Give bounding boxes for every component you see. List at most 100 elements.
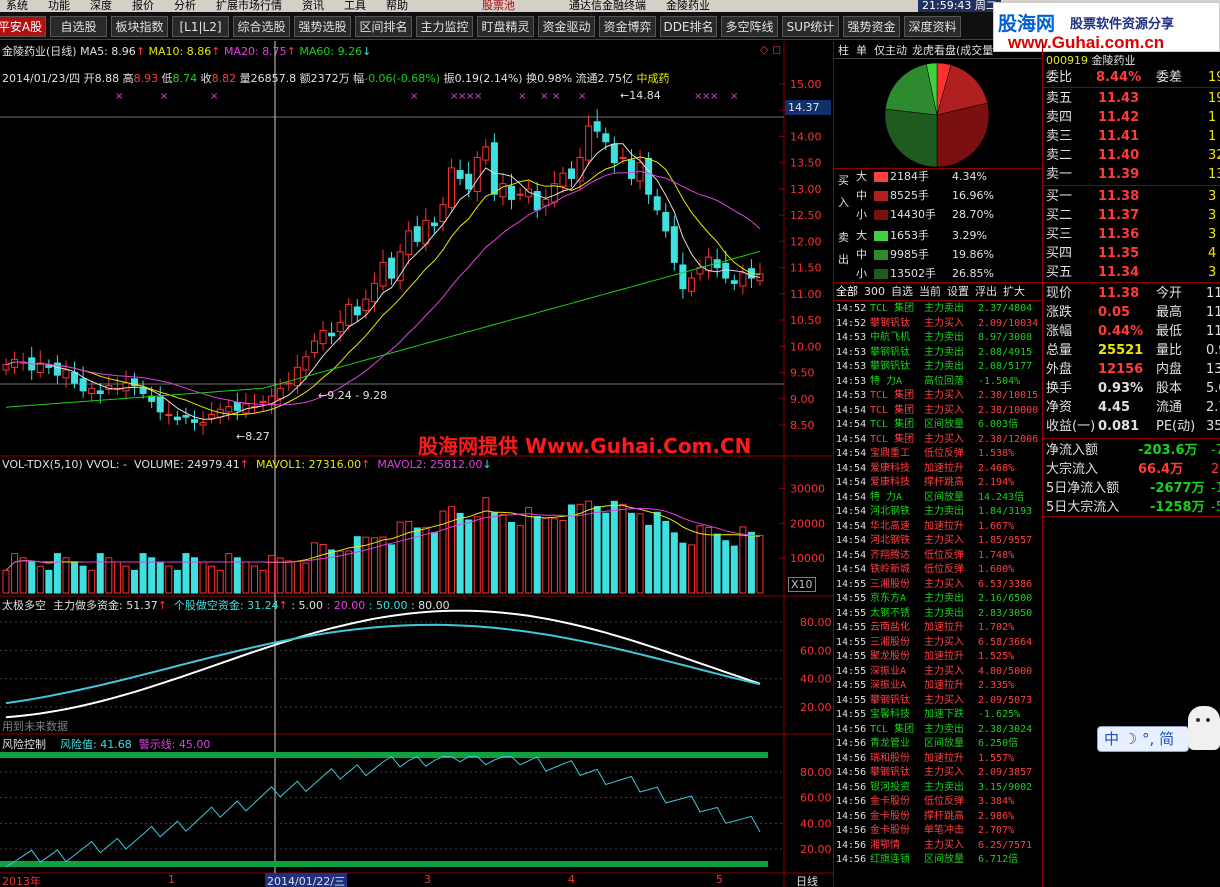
tick-stock[interactable]: 深振业A: [870, 679, 906, 693]
toolbar-button-15[interactable]: 深度资料: [904, 16, 961, 37]
tick-row[interactable]: 14:56 金卡股份 低位反弹 3.384%: [836, 795, 1042, 809]
tick-stock[interactable]: 金卡股份: [870, 810, 910, 824]
right-tab-1[interactable]: 单: [856, 42, 867, 58]
toolbar-button-12[interactable]: 多空阵线: [721, 16, 778, 37]
menu-7[interactable]: 工具: [344, 0, 366, 12]
toolbar-button-10[interactable]: 资金博弈: [599, 16, 656, 37]
tick-stock[interactable]: 宝馨科技: [870, 708, 910, 722]
tick-row[interactable]: 14:55 三湘股份 主力买入 6.53/3386: [836, 578, 1042, 592]
tick-stock[interactable]: 三湘股份: [870, 636, 910, 650]
tick-row[interactable]: 14:55 太钢不锈 主力卖出 2.83/3050: [836, 607, 1042, 621]
tick-stock[interactable]: 河北钢铁: [870, 505, 910, 519]
toolbar-button-0[interactable]: 平安A股: [0, 16, 46, 37]
tick-row[interactable]: 14:56 红旗连锁 区间放量 6.712倍: [836, 853, 1042, 867]
filter-tab-6[interactable]: 扩大: [1003, 285, 1025, 298]
lang-mode[interactable]: 简: [1159, 730, 1174, 748]
tick-row[interactable]: 14:54 TCL 集团 区间放量 6.003倍: [836, 418, 1042, 432]
tick-stock[interactable]: 瑞和股份: [870, 752, 910, 766]
tick-stock[interactable]: TCL 集团: [870, 404, 914, 418]
tick-stock[interactable]: 爱康科技: [870, 462, 910, 476]
tick-stock[interactable]: 聚龙股份: [870, 650, 910, 664]
filter-tab-4[interactable]: 设置: [947, 285, 969, 298]
menu-8[interactable]: 帮助: [386, 0, 408, 12]
tick-row[interactable]: 14:54 宝鼎重工 低位反弹 1.538%: [836, 447, 1042, 461]
tick-row[interactable]: 14:53 TCL 集团 主力买入 2.38/10015: [836, 389, 1042, 403]
menu-1[interactable]: 功能: [48, 0, 70, 12]
right-tab-3[interactable]: 龙虎看盘(成交量: [912, 42, 993, 58]
toolbar-button-8[interactable]: 盯盘精灵: [477, 16, 534, 37]
tick-row[interactable]: 14:54 爱康科技 加速拉升 2.468%: [836, 462, 1042, 476]
tick-stock[interactable]: 金卡股份: [870, 824, 910, 838]
tick-row[interactable]: 14:54 铁岭新城 低位反弹 1.600%: [836, 563, 1042, 577]
tick-stock[interactable]: 攀钢钒钛: [870, 360, 910, 374]
tick-row[interactable]: 14:54 华北高速 加速拉升 1.667%: [836, 520, 1042, 534]
tick-row[interactable]: 14:54 河北钢铁 主力买入 1.85/9557: [836, 534, 1042, 548]
lang-widget[interactable]: 中 ☽ °, 简: [1097, 726, 1189, 752]
menu-3[interactable]: 报价: [132, 0, 154, 12]
tick-stock[interactable]: 宝鼎重工: [870, 447, 910, 461]
tick-row[interactable]: 14:53 攀钢钒钛 主力卖出 2.08/4915: [836, 346, 1042, 360]
tick-row[interactable]: 14:55 云南盐化 加速拉升 1.702%: [836, 621, 1042, 635]
filter-tab-5[interactable]: 浮出: [975, 285, 997, 298]
right-tab-2[interactable]: 仅主动: [874, 42, 907, 58]
tick-stock[interactable]: 爱康科技: [870, 476, 910, 490]
filter-tab-3[interactable]: 当前: [919, 285, 941, 298]
toolbar-button-11[interactable]: DDE排名: [660, 16, 717, 37]
tick-stock[interactable]: TCL 集团: [870, 418, 914, 432]
toolbar-button-9[interactable]: 资金驱动: [538, 16, 595, 37]
tick-row[interactable]: 14:55 攀钢钒钛 主力买入 2.09/5073: [836, 694, 1042, 708]
tick-row[interactable]: 14:54 TCL 集团 主力买入 2.38/12006: [836, 433, 1042, 447]
tick-row[interactable]: 14:56 TCL 集团 主力卖出 2.38/3024: [836, 723, 1042, 737]
toolbar-button-1[interactable]: 自选股: [50, 16, 107, 37]
toolbar-button-4[interactable]: 综合选股: [233, 16, 290, 37]
tick-row[interactable]: 14:52 TCL 集团 主力卖出 2.37/4804: [836, 302, 1042, 316]
tick-row[interactable]: 14:56 攀钢钒钛 主力买入 2.09/3857: [836, 766, 1042, 780]
tick-stock[interactable]: TCL 集团: [870, 433, 914, 447]
tick-row[interactable]: 14:53 中航飞机 主力卖出 8.97/3008: [836, 331, 1042, 345]
tick-stock[interactable]: 湘鄂情: [870, 839, 900, 853]
lang-cn[interactable]: 中: [1104, 730, 1119, 748]
tick-stock[interactable]: 银河投资: [870, 781, 910, 795]
menu-5[interactable]: 扩展市场行情: [216, 0, 282, 12]
toolbar-button-2[interactable]: 板块指数: [111, 16, 168, 37]
tick-row[interactable]: 14:55 京东方A 主力卖出 2.16/6500: [836, 592, 1042, 606]
tick-stock[interactable]: 云南盐化: [870, 621, 910, 635]
tick-stock[interactable]: 太钢不锈: [870, 607, 910, 621]
tick-row[interactable]: 14:56 金卡股份 单笔冲击 2.707%: [836, 824, 1042, 838]
tick-row[interactable]: 14:56 银河投资 主力卖出 3.15/9002: [836, 781, 1042, 795]
tick-stock[interactable]: 三湘股份: [870, 578, 910, 592]
tick-stock[interactable]: 齐翔腾达: [870, 549, 910, 563]
tick-stock[interactable]: 河北钢铁: [870, 534, 910, 548]
tick-stock[interactable]: 攀钢钒钛: [870, 766, 910, 780]
toolbar-button-14[interactable]: 强势资金: [843, 16, 900, 37]
tick-row[interactable]: 14:56 湘鄂情 主力买入 6.25/7571: [836, 839, 1042, 853]
right-tab-0[interactable]: 柱: [838, 42, 849, 58]
tick-stock[interactable]: TCL 集团: [870, 723, 914, 737]
tick-row[interactable]: 14:55 深振业A 加速拉升 2.335%: [836, 679, 1042, 693]
tick-stock[interactable]: 铁岭新城: [870, 563, 910, 577]
tick-row[interactable]: 14:54 爱康科技 撑杆跳高 2.194%: [836, 476, 1042, 490]
filter-tab-2[interactable]: 自选: [891, 285, 913, 298]
tick-stock[interactable]: 京东方A: [870, 592, 906, 606]
menu-2[interactable]: 深度: [90, 0, 112, 12]
tick-stock[interactable]: 攀钢钒钛: [870, 317, 910, 331]
tick-stock[interactable]: 特 力A: [870, 375, 902, 389]
toolbar-button-5[interactable]: 强势选股: [294, 16, 351, 37]
period-label[interactable]: 日线: [796, 873, 818, 887]
tick-stock[interactable]: 中航飞机: [870, 331, 910, 345]
tick-row[interactable]: 14:55 深振业A 主力买入 4.80/5000: [836, 665, 1042, 679]
toolbar-button-6[interactable]: 区间排名: [355, 16, 412, 37]
tick-row[interactable]: 14:55 宝馨科技 加速下跌 -1.625%: [836, 708, 1042, 722]
menu-4[interactable]: 分析: [174, 0, 196, 12]
tick-row[interactable]: 14:55 三湘股份 主力买入 6.58/3664: [836, 636, 1042, 650]
tick-stock[interactable]: 攀钢钒钛: [870, 694, 910, 708]
tick-stock[interactable]: 金卡股份: [870, 795, 910, 809]
tick-stock[interactable]: TCL 集团: [870, 389, 914, 403]
tick-stock[interactable]: 红旗连锁: [870, 853, 910, 867]
toolbar-button-3[interactable]: [L1|L2]: [172, 16, 229, 37]
tick-row[interactable]: 14:54 TCL 集团 主力买入 2.38/10000: [836, 404, 1042, 418]
tick-row[interactable]: 14:54 特 力A 区间放量 14.243倍: [836, 491, 1042, 505]
tick-stock[interactable]: 攀钢钒钛: [870, 346, 910, 360]
tick-row[interactable]: 14:56 金卡股份 撑杆跳高 2.986%: [836, 810, 1042, 824]
tick-row[interactable]: 14:54 齐翔腾达 低位反弹 1.748%: [836, 549, 1042, 563]
